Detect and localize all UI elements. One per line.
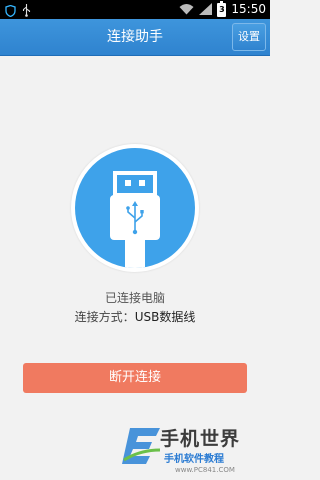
signal-icon bbox=[199, 0, 213, 19]
connection-mode: 连接方式：USB数据线 bbox=[0, 308, 270, 325]
status-bar: 3 15:50 bbox=[0, 0, 270, 19]
watermark-subtitle: 手机软件教程 bbox=[164, 454, 224, 465]
connection-mode-label: 连接方式： bbox=[74, 310, 135, 324]
watermark-brand: 手机世界 bbox=[160, 428, 241, 450]
settings-button[interactable]: 设置 bbox=[232, 23, 266, 51]
watermark-url: www.PC841.COM bbox=[175, 466, 235, 474]
page-title: 连接助手 bbox=[107, 29, 163, 45]
wifi-icon bbox=[179, 0, 194, 19]
watermark-e-icon bbox=[122, 428, 161, 464]
status-time: 15:50 bbox=[231, 2, 266, 16]
disconnect-button[interactable]: 断开连接 bbox=[23, 363, 247, 393]
watermark-logo: 手机世界 手机软件教程 www.PC841.COM bbox=[120, 418, 270, 480]
connection-mode-value: USB数据线 bbox=[134, 310, 196, 324]
title-bar: 连接助手 设置 bbox=[0, 19, 270, 56]
usb-connection-graphic bbox=[71, 144, 199, 272]
battery-level: 3 bbox=[219, 5, 225, 14]
battery-icon: 3 bbox=[217, 0, 227, 17]
connection-status: 已连接电脑 bbox=[104, 291, 165, 305]
usb-plug-icon bbox=[75, 148, 195, 268]
